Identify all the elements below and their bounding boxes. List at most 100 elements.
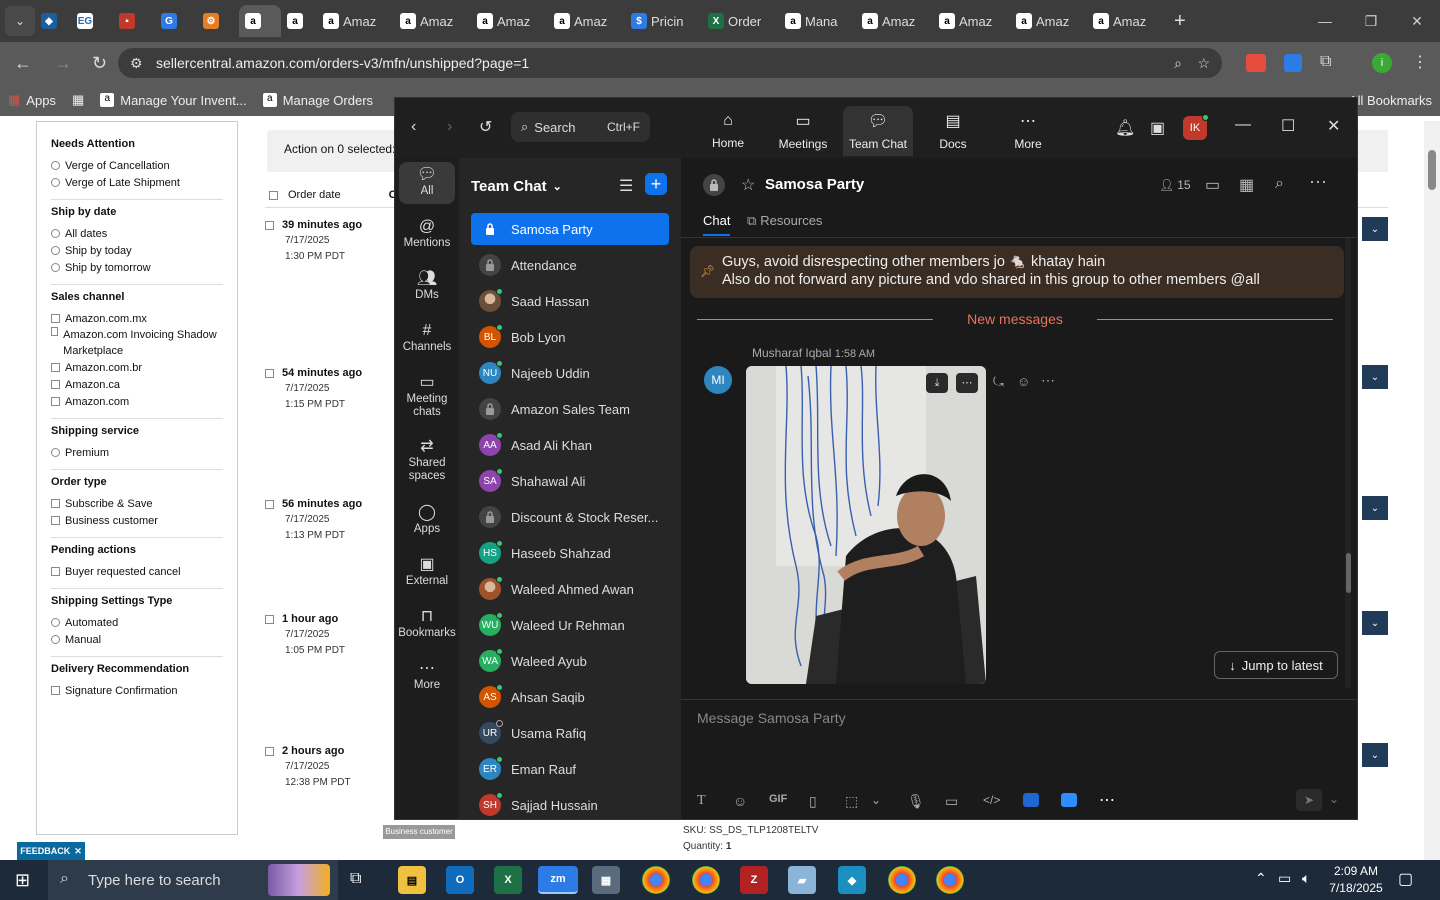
browser-tab[interactable]: X Order	[702, 5, 779, 37]
chrome-icon[interactable]	[692, 866, 720, 894]
browser-tab[interactable]: a Amaz	[933, 5, 1010, 37]
rail-bookmarks[interactable]: ⊓ Bookmarks	[398, 604, 456, 646]
network-icon[interactable]: ▭	[1278, 870, 1291, 887]
bookmark-grid[interactable]: ▦	[64, 92, 92, 108]
filter-option[interactable]: Ship by today	[51, 242, 223, 259]
chat-list-item[interactable]: AA Asad Ali Khan	[471, 429, 669, 461]
chat-list-item[interactable]: BL Bob Lyon	[471, 321, 669, 353]
format-text-icon[interactable]: T	[697, 793, 706, 809]
filter-option[interactable]: Amazon.com.mx	[51, 310, 223, 327]
bell-icon[interactable]: 🔔︎	[1115, 118, 1135, 138]
back-icon[interactable]: ‹	[411, 118, 416, 136]
browser-tab[interactable]: a Amaz	[471, 5, 548, 37]
rail-mentions[interactable]: @ Mentions	[399, 214, 455, 256]
message-input[interactable]: Message Samosa Party	[697, 710, 846, 726]
order-checkbox[interactable]	[265, 368, 274, 378]
zoom-app-icon[interactable]: zm	[538, 866, 578, 894]
rail-all[interactable]: 💬︎ All	[399, 162, 455, 204]
checkbox[interactable]	[51, 380, 60, 389]
taskbar-search[interactable]: ⌕ Type here to search	[48, 860, 338, 900]
search-icon[interactable]: ⌕	[1275, 175, 1284, 193]
more-icon[interactable]: ⋯	[1099, 790, 1115, 810]
profile-avatar[interactable]: i	[1372, 53, 1392, 73]
rail-meeting-chats[interactable]: ▭ Meeting chats	[399, 370, 455, 425]
filter-option[interactable]: Verge of Cancellation	[51, 157, 223, 174]
excel-icon[interactable]: X	[494, 866, 522, 894]
restore-icon[interactable]: ❐	[1348, 13, 1394, 30]
forward-icon[interactable]: ›	[447, 118, 452, 136]
calendar-icon[interactable]: ▦	[1239, 175, 1254, 195]
checkbox[interactable]	[51, 314, 60, 323]
radio-button[interactable]	[51, 263, 60, 272]
chat-scrollbar[interactable]	[1345, 238, 1351, 688]
page-scrollbar-thumb[interactable]	[1428, 150, 1436, 190]
tab-chat[interactable]: Chat	[703, 213, 731, 236]
rail-dms[interactable]: 👥︎ DMs	[399, 266, 455, 308]
radio-button[interactable]	[51, 448, 60, 457]
tab-active[interactable]: a	[239, 5, 281, 37]
browser-tab[interactable]: a Amaz	[856, 5, 933, 37]
filter-option[interactable]: Ship by tomorrow	[51, 259, 223, 276]
new-chat-button[interactable]: +	[645, 173, 667, 195]
code-icon[interactable]: </>	[983, 793, 1000, 807]
download-icon[interactable]: ⤓	[926, 373, 948, 393]
outlook-icon[interactable]: O	[446, 866, 474, 894]
checkbox[interactable]	[51, 499, 60, 508]
filter-option[interactable]: Automated	[51, 614, 223, 631]
close-icon[interactable]: ✕	[1394, 13, 1440, 30]
browser-tab[interactable]: a Mana	[779, 5, 856, 37]
url-bar[interactable]: ⚙ sellercentral.amazon.com/orders-v3/mfn…	[118, 48, 1222, 78]
chevron-up-icon[interactable]: ⌃	[1255, 870, 1267, 887]
filter-option[interactable]: Amazon.com.br	[51, 359, 223, 376]
rail-external[interactable]: ▣ External	[399, 552, 455, 594]
bookmark-star-icon[interactable]: ☆	[1197, 55, 1210, 72]
windows-start-icon[interactable]: ⊞	[15, 870, 30, 891]
member-count[interactable]: 👤︎ 15	[1159, 178, 1191, 192]
checkbox[interactable]	[51, 567, 60, 576]
radio-button[interactable]	[51, 635, 60, 644]
tab-icon-only[interactable]: ◆	[35, 5, 71, 37]
rail-channels[interactable]: # Channels	[399, 318, 455, 360]
new-tab-icon[interactable]: +	[1174, 10, 1186, 33]
zoom-search[interactable]: ⌕ Search Ctrl+F	[511, 112, 650, 142]
microphone-icon[interactable]: 🎙︎	[907, 793, 925, 810]
team-chat-title[interactable]: Team Chat ⌄	[471, 178, 562, 195]
browser-tab[interactable]: a Amaz	[317, 5, 394, 37]
nav-team-chat[interactable]: 💬︎ Team Chat	[843, 106, 913, 156]
chat-list-item[interactable]: Samosa Party	[471, 213, 669, 245]
gif-button[interactable]: GIF	[769, 793, 787, 805]
chat-list-item[interactable]: SH Sajjad Hussain	[471, 789, 669, 821]
star-icon[interactable]: ☆	[741, 175, 755, 195]
filter-option[interactable]: All dates	[51, 225, 223, 242]
chat-list-item[interactable]: SA Shahawal Ali	[471, 465, 669, 497]
nav-meetings[interactable]: ▭ Meetings	[768, 106, 838, 156]
chat-list-item[interactable]: Waleed Ahmed Awan	[471, 573, 669, 605]
browser-tab[interactable]: a Amaz	[394, 5, 471, 37]
tab-icon-only[interactable]: ▪	[113, 5, 155, 37]
file-icon[interactable]: ▯	[809, 793, 817, 810]
radio-button[interactable]	[51, 618, 60, 627]
chat-list-item[interactable]: Discount & Stock Reser...	[471, 501, 669, 533]
browser-tab[interactable]: $ Pricin	[625, 5, 702, 37]
extension-icon[interactable]	[1284, 54, 1302, 72]
browser-tab[interactable]: a Amaz	[1087, 5, 1164, 37]
screenshot-icon[interactable]: ⬚	[845, 793, 858, 810]
minimize-icon[interactable]: —	[1302, 13, 1348, 29]
more-icon[interactable]: ⋯	[1309, 172, 1327, 193]
rail-apps[interactable]: ◯ Apps	[399, 500, 455, 542]
jump-to-latest-button[interactable]: ↓ Jump to latest	[1214, 651, 1338, 679]
more-icon[interactable]: ⋯	[956, 373, 978, 393]
chat-scrollbar-thumb[interactable]	[1346, 553, 1351, 593]
order-checkbox[interactable]	[265, 220, 274, 230]
filter-option[interactable]: Subscribe & Save	[51, 495, 223, 512]
forward-icon[interactable]: →	[54, 53, 72, 74]
more-icon[interactable]: ⋯	[1041, 372, 1055, 389]
pinned-message[interactable]: 📌︎ Guys, avoid disrespecting other membe…	[690, 246, 1344, 298]
tab-icon-only[interactable]: a	[281, 5, 317, 37]
order-checkbox[interactable]	[265, 499, 274, 509]
history-icon[interactable]: ↺	[479, 117, 492, 137]
video-icon[interactable]: ▭	[1205, 175, 1220, 195]
radio-button[interactable]	[51, 246, 60, 255]
notifications-icon[interactable]: ▢	[1398, 869, 1413, 889]
filter-option[interactable]: Amazon.ca	[51, 376, 223, 393]
